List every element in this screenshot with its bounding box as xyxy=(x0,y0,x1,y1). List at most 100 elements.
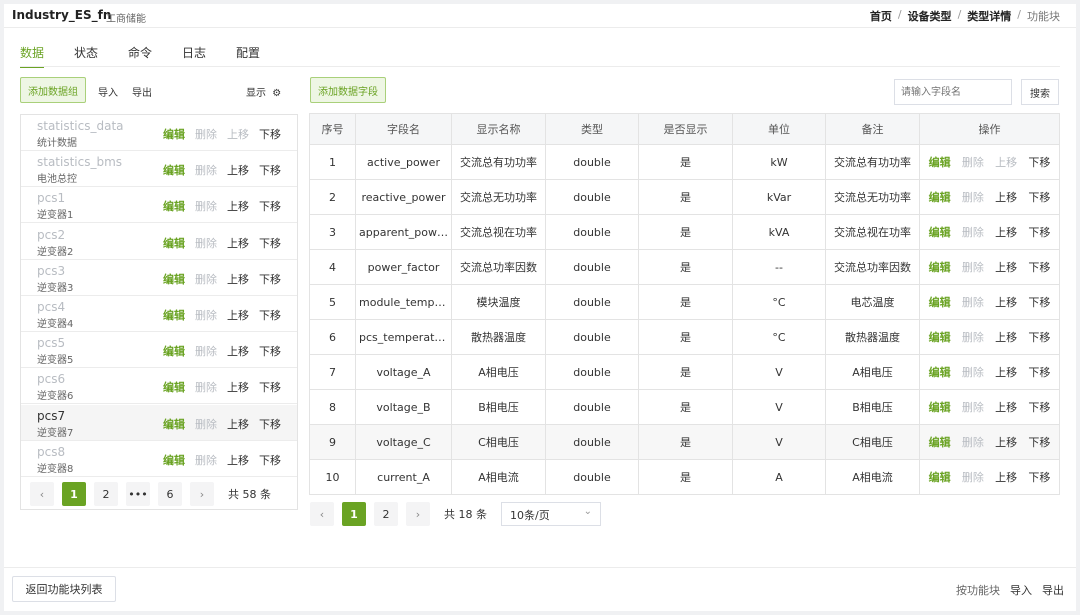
list-item[interactable]: pcs1 逆变器1 编辑 删除 上移 下移 xyxy=(21,187,297,224)
delete-button[interactable]: 删除 xyxy=(962,399,984,415)
move-down-button[interactable]: 下移 xyxy=(1028,154,1050,170)
edit-button[interactable]: 编辑 xyxy=(163,126,185,142)
move-down-button[interactable]: 下移 xyxy=(259,198,281,214)
delete-button[interactable]: 删除 xyxy=(195,235,217,251)
page-button[interactable]: 6 xyxy=(158,482,182,506)
back-to-block-list-button[interactable]: 返回功能块列表 xyxy=(12,576,116,602)
page-ellipsis[interactable]: ••• xyxy=(126,482,150,506)
table-row[interactable]: 2 reactive_power 交流总无功功率 double 是 kVar 交流总无功功率… xyxy=(309,179,1060,215)
edit-button[interactable]: 编辑 xyxy=(163,379,185,395)
delete-button[interactable]: 删除 xyxy=(962,224,984,240)
edit-button[interactable]: 编辑 xyxy=(929,434,951,450)
import-link[interactable]: 导入 xyxy=(98,84,118,99)
move-down-button[interactable]: 下移 xyxy=(1028,224,1050,240)
move-up-button[interactable]: 上移 xyxy=(995,224,1017,240)
table-row[interactable]: 3 apparent_power 交流总视在功率 double 是 kVA 交流总视在功率编… xyxy=(309,214,1060,250)
breadcrumb-type-detail[interactable]: 类型详情 xyxy=(967,8,1011,24)
list-item[interactable]: pcs5 逆变器5 编辑 删除 上移 下移 xyxy=(21,332,297,369)
move-up-button[interactable]: 上移 xyxy=(227,235,249,251)
delete-button[interactable]: 删除 xyxy=(195,416,217,432)
delete-button[interactable]: 删除 xyxy=(195,126,217,142)
move-up-button[interactable]: 上移 xyxy=(227,307,249,323)
delete-button[interactable]: 删除 xyxy=(962,154,984,170)
move-up-button[interactable]: 上移 xyxy=(995,154,1017,170)
edit-button[interactable]: 编辑 xyxy=(929,294,951,310)
breadcrumb-home[interactable]: 首页 xyxy=(870,8,892,24)
delete-button[interactable]: 删除 xyxy=(962,294,984,310)
move-up-button[interactable]: 上移 xyxy=(995,329,1017,345)
delete-button[interactable]: 删除 xyxy=(195,198,217,214)
move-up-button[interactable]: 上移 xyxy=(227,379,249,395)
edit-button[interactable]: 编辑 xyxy=(163,235,185,251)
move-down-button[interactable]: 下移 xyxy=(1028,399,1050,415)
table-row[interactable]: 10 current_A A相电流 double 是 A A相电流 编辑 删除 上移 下移 xyxy=(309,459,1060,495)
edit-button[interactable]: 编辑 xyxy=(929,224,951,240)
edit-button[interactable]: 编辑 xyxy=(163,452,185,468)
move-up-button[interactable]: 上移 xyxy=(227,126,249,142)
edit-button[interactable]: 编辑 xyxy=(163,271,185,287)
move-down-button[interactable]: 下移 xyxy=(259,126,281,142)
move-down-button[interactable]: 下移 xyxy=(1028,294,1050,310)
table-row[interactable]: 8 voltage_B B相电压 double 是 V B相电压 编辑 删除 上移 下移 xyxy=(309,389,1060,425)
move-down-button[interactable]: 下移 xyxy=(1028,189,1050,205)
move-up-button[interactable]: 上移 xyxy=(227,452,249,468)
move-up-button[interactable]: 上移 xyxy=(995,189,1017,205)
delete-button[interactable]: 删除 xyxy=(962,329,984,345)
page-button[interactable]: 2 xyxy=(374,502,398,526)
list-item[interactable]: pcs7 逆变器7 编辑 删除 上移 下移 xyxy=(21,404,297,441)
edit-button[interactable]: 编辑 xyxy=(929,189,951,205)
delete-button[interactable]: 删除 xyxy=(195,343,217,359)
list-item[interactable]: statistics_bms 电池总控 编辑 删除 上移 下移 xyxy=(21,151,297,188)
page-button[interactable]: 1 xyxy=(342,502,366,526)
table-row[interactable]: 7 voltage_A A相电压 double 是 V A相电压 编辑 删除 上移 下移 xyxy=(309,354,1060,390)
table-row[interactable]: 4 power_factor 交流总功率因数 double 是 -- 交流总功率因数 编辑 删除… xyxy=(309,249,1060,285)
move-up-button[interactable]: 上移 xyxy=(995,259,1017,275)
delete-button[interactable]: 删除 xyxy=(962,259,984,275)
move-up-button[interactable]: 上移 xyxy=(995,434,1017,450)
move-down-button[interactable]: 下移 xyxy=(259,379,281,395)
list-item[interactable]: pcs2 逆变器2 编辑 删除 上移 下移 xyxy=(21,224,297,260)
edit-button[interactable]: 编辑 xyxy=(929,364,951,380)
move-down-button[interactable]: 下移 xyxy=(259,271,281,287)
delete-button[interactable]: 删除 xyxy=(962,189,984,205)
move-down-button[interactable]: 下移 xyxy=(259,307,281,323)
field-search-input[interactable] xyxy=(894,79,1012,105)
tab-command[interactable]: 命令 xyxy=(128,44,182,67)
edit-button[interactable]: 编辑 xyxy=(163,307,185,323)
footer-export-link[interactable]: 导出 xyxy=(1042,582,1064,598)
next-page-button[interactable]: › xyxy=(406,502,430,526)
breadcrumb-device-type[interactable]: 设备类型 xyxy=(908,8,952,24)
delete-button[interactable]: 删除 xyxy=(962,469,984,485)
list-item[interactable]: statistics_data 统计数据 编辑 删除 上移 下移 xyxy=(21,115,297,151)
list-item[interactable]: pcs3 逆变器3 编辑 删除 上移 下移 xyxy=(21,260,297,296)
move-down-button[interactable]: 下移 xyxy=(259,416,281,432)
search-button[interactable]: 搜索 xyxy=(1021,79,1059,105)
edit-button[interactable]: 编辑 xyxy=(163,198,185,214)
move-up-button[interactable]: 上移 xyxy=(227,198,249,214)
prev-page-button[interactable]: ‹ xyxy=(30,482,54,506)
tab-log[interactable]: 日志 xyxy=(182,44,236,67)
move-down-button[interactable]: 下移 xyxy=(259,343,281,359)
move-up-button[interactable]: 上移 xyxy=(227,162,249,178)
footer-import-link[interactable]: 导入 xyxy=(1010,582,1032,598)
delete-button[interactable]: 删除 xyxy=(195,452,217,468)
edit-button[interactable]: 编辑 xyxy=(929,154,951,170)
move-down-button[interactable]: 下移 xyxy=(1028,259,1050,275)
tab-data[interactable]: 数据 xyxy=(20,44,74,68)
edit-button[interactable]: 编辑 xyxy=(163,162,185,178)
move-down-button[interactable]: 下移 xyxy=(259,235,281,251)
move-down-button[interactable]: 下移 xyxy=(1028,434,1050,450)
move-up-button[interactable]: 上移 xyxy=(995,399,1017,415)
move-down-button[interactable]: 下移 xyxy=(259,452,281,468)
edit-button[interactable]: 编辑 xyxy=(929,469,951,485)
tab-status[interactable]: 状态 xyxy=(74,44,128,67)
tab-config[interactable]: 配置 xyxy=(236,44,290,67)
move-down-button[interactable]: 下移 xyxy=(1028,329,1050,345)
move-up-button[interactable]: 上移 xyxy=(995,364,1017,380)
edit-button[interactable]: 编辑 xyxy=(929,329,951,345)
delete-button[interactable]: 删除 xyxy=(195,307,217,323)
list-item[interactable]: pcs6 逆变器6 编辑 删除 上移 下移 xyxy=(21,368,297,405)
page-button[interactable]: 2 xyxy=(94,482,118,506)
page-button[interactable]: 1 xyxy=(62,482,86,506)
table-row[interactable]: 1 active_power 交流总有功功率 double 是 kW 交流总有功功率 编辑 删除… xyxy=(309,144,1060,180)
